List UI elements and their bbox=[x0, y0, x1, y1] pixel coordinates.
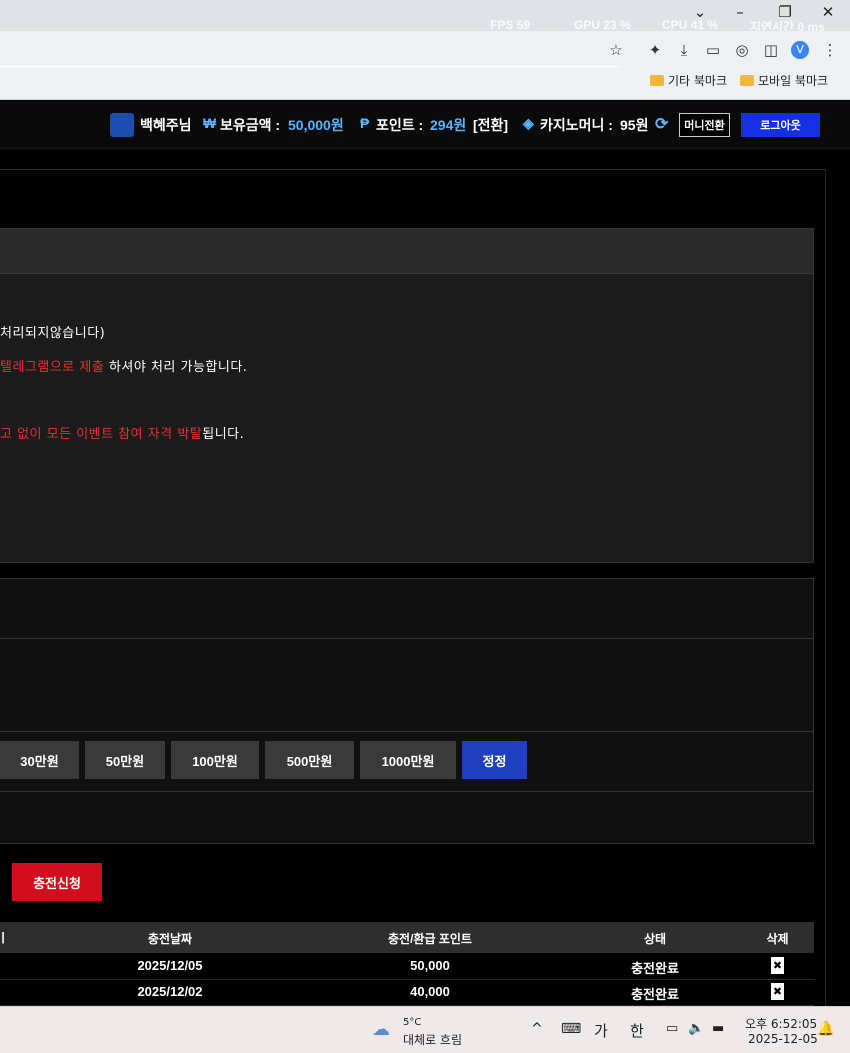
weather-icon[interactable]: ☁ bbox=[372, 1019, 390, 1040]
point-icon: ₱ bbox=[360, 115, 370, 131]
header-status: 상태 bbox=[643, 932, 667, 946]
charge-request-button[interactable]: 충전신청 bbox=[12, 863, 102, 901]
fps-overlay: FPS 59 bbox=[490, 18, 530, 32]
amount-button-30[interactable]: 30만원 bbox=[0, 741, 79, 779]
balance-value: 50,000원 bbox=[288, 117, 344, 133]
network-icon[interactable]: ▭ bbox=[666, 1021, 678, 1036]
download-icon[interactable]: ⤓ bbox=[674, 40, 694, 60]
battery-icon[interactable]: ▬ bbox=[712, 1021, 724, 1036]
header-points: 충전/환급 포인트 bbox=[388, 932, 472, 946]
notice-text: 하셔야 처리 가능합니다. bbox=[104, 360, 248, 375]
bookmark-other[interactable]: 기타 북마크 bbox=[650, 72, 727, 89]
points-convert-link[interactable]: [전환] bbox=[473, 115, 508, 135]
casino-icon: ◈ bbox=[523, 115, 534, 131]
delete-icon[interactable]: ✖ bbox=[771, 983, 784, 1000]
gpu-label: GPU bbox=[574, 18, 601, 32]
clock-time[interactable]: 오후 6:52:05 bbox=[745, 1015, 817, 1032]
form-row bbox=[0, 579, 813, 639]
ime-mode-2[interactable]: 한 bbox=[630, 1020, 644, 1041]
extensions-icon[interactable]: ✦ bbox=[645, 40, 665, 60]
close-icon[interactable]: ✕ bbox=[818, 3, 838, 21]
casino-label: 카지노머니 : bbox=[540, 117, 613, 133]
clock-date[interactable]: 2025-12-05 bbox=[748, 1032, 818, 1046]
user-info-bar: 백혜주님 ₩ 보유금액 : 50,000원 ₱ 포인트 : 294원 [전환] … bbox=[0, 101, 850, 149]
notice-highlight: 텔레그램으로 제출 bbox=[0, 360, 105, 375]
row-points: 50,000 bbox=[410, 958, 450, 973]
notice-box: 처리되지않습니다) 텔레그램으로 제출 하셔야 처리 가능합니다. 고 없이 모… bbox=[0, 228, 814, 563]
camera-icon[interactable]: ▭ bbox=[703, 40, 723, 60]
bookmark-mobile[interactable]: 모바일 북마크 bbox=[740, 72, 828, 89]
points-value: 294원 bbox=[430, 117, 467, 133]
amount-button-100[interactable]: 100만원 bbox=[171, 741, 259, 779]
balance-label: 보유금액 : bbox=[220, 117, 281, 133]
delete-icon[interactable]: ✖ bbox=[771, 957, 784, 974]
browser-titlebar: FPS 59 GPU 23 % CPU 41 % 지연시간 0 ms ⌄ – ❐… bbox=[0, 0, 850, 34]
screenshot-icon[interactable]: ◎ bbox=[732, 40, 752, 60]
minimize-icon[interactable]: – bbox=[730, 3, 750, 21]
table-row: 2025/12/02 40,000 충전완료 ✖ bbox=[0, 980, 814, 1006]
menu-icon[interactable]: ⋮ bbox=[820, 40, 840, 60]
amount-button-1000[interactable]: 1000만원 bbox=[360, 741, 456, 779]
row-date: 2025/12/02 bbox=[137, 984, 203, 999]
won-icon: ₩ bbox=[203, 115, 217, 131]
notice-line-1: 처리되지않습니다) bbox=[0, 322, 105, 341]
sidepanel-icon[interactable]: ◫ bbox=[761, 40, 781, 60]
taskbar: ☁ 5°C 대체로 흐림 ^ ⌨ 가 한 ▭ 🔈 ▬ 오후 6:52:05 20… bbox=[0, 1006, 850, 1053]
refresh-icon[interactable]: ⟳ bbox=[655, 114, 668, 134]
row-points: 40,000 bbox=[410, 984, 450, 999]
bookmark-star-icon[interactable]: ☆ bbox=[606, 40, 626, 60]
row-status: 충전완료 bbox=[631, 987, 679, 1002]
weather-temp: 5°C bbox=[403, 1017, 422, 1028]
tab-search-icon[interactable]: ⌄ bbox=[690, 3, 710, 21]
weather-desc: 대체로 흐림 bbox=[403, 1033, 463, 1047]
tray-chevron-icon[interactable]: ^ bbox=[531, 1021, 543, 1037]
fps-value: 59 bbox=[516, 18, 531, 32]
table-row: 2025/12/05 50,000 충전완료 ✖ bbox=[0, 954, 814, 980]
notice-line-2: 텔레그램으로 제출 하셔야 처리 가능합니다. bbox=[0, 356, 247, 375]
notice-line-3: 고 없이 모든 이벤트 참여 자격 박탈됩니다. bbox=[0, 423, 244, 442]
header-date: 충전날짜 bbox=[147, 932, 193, 946]
ime-mode-1[interactable]: 가 bbox=[594, 1020, 608, 1041]
amount-button-50[interactable]: 50만원 bbox=[85, 741, 165, 779]
money-convert-button[interactable]: 머니전환 bbox=[679, 113, 730, 137]
bookmark-label: 기타 북마크 bbox=[668, 74, 728, 88]
restore-icon[interactable]: ❐ bbox=[775, 3, 795, 21]
notice-box-header bbox=[0, 229, 813, 274]
casino-value: 95원 bbox=[620, 117, 649, 133]
gpu-overlay: GPU 23 % bbox=[574, 18, 631, 32]
row-date: 2025/12/05 bbox=[137, 958, 203, 973]
user-avatar bbox=[110, 113, 134, 137]
form-row bbox=[0, 639, 813, 732]
keyboard-icon[interactable]: ⌨ bbox=[561, 1021, 581, 1037]
history-table-header: | 충전날짜 충전/환급 포인트 상태 삭제 bbox=[0, 922, 814, 953]
reset-button[interactable]: 정정 bbox=[462, 741, 527, 779]
volume-icon[interactable]: 🔈 bbox=[688, 1021, 704, 1036]
notice-text: 처리되지않습니다) bbox=[0, 326, 106, 341]
bookmark-label: 모바일 북마크 bbox=[758, 74, 829, 88]
charge-form bbox=[0, 578, 814, 844]
notification-icon[interactable]: 🔔 bbox=[817, 1021, 834, 1037]
username: 백혜주님 bbox=[140, 117, 192, 133]
notice-text: 됩니다. bbox=[202, 427, 245, 442]
points-label: 포인트 : bbox=[376, 117, 424, 133]
notice-highlight: 고 없이 모든 이벤트 참여 자격 박탈 bbox=[0, 427, 203, 442]
logout-button[interactable]: 로그아웃 bbox=[741, 113, 820, 137]
header-divider: | bbox=[1, 930, 5, 944]
profile-avatar[interactable]: V bbox=[791, 41, 809, 59]
header-delete: 삭제 bbox=[766, 932, 789, 946]
gpu-value: 23 % bbox=[603, 18, 631, 32]
folder-icon bbox=[740, 75, 754, 86]
row-status: 충전완료 bbox=[631, 961, 679, 976]
folder-icon bbox=[650, 75, 664, 86]
fps-label: FPS bbox=[490, 18, 514, 32]
amount-button-500[interactable]: 500만원 bbox=[265, 741, 354, 779]
cpu-label: CPU bbox=[662, 18, 688, 32]
